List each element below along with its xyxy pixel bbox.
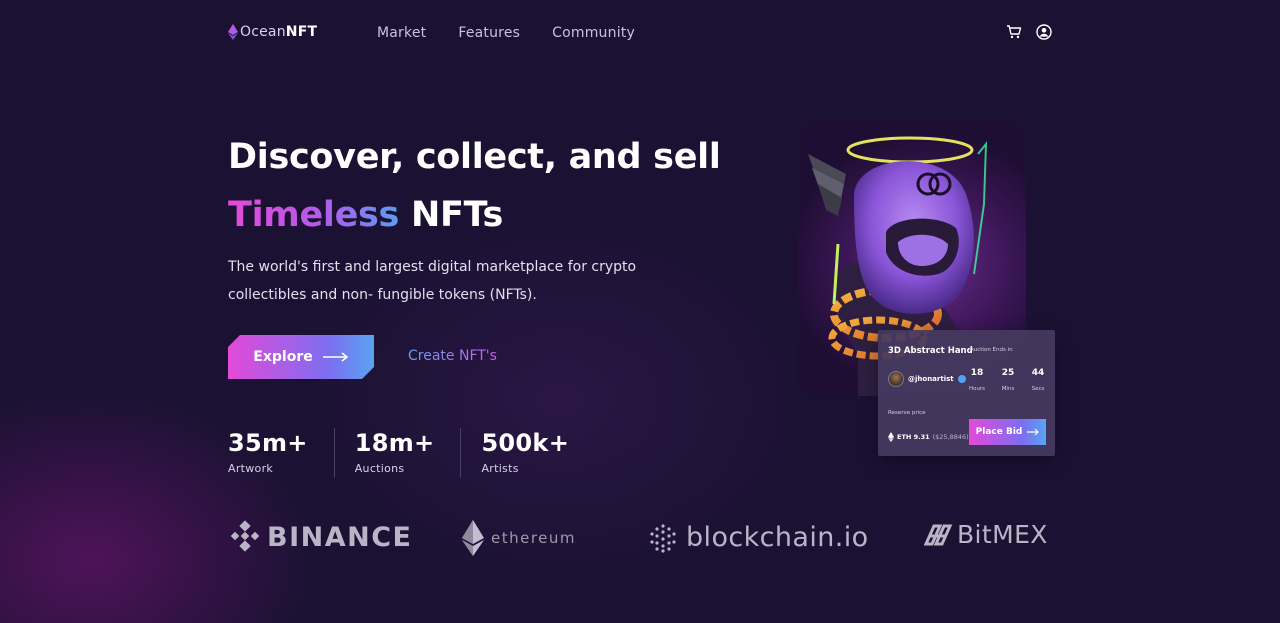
reserve-price-label: Reserve price: [888, 410, 926, 416]
avatar: [888, 371, 904, 387]
ethereum-wordmark: ethereum: [491, 529, 577, 547]
brand-name-part1: Ocean: [240, 24, 286, 40]
price-usd: ($25,8846): [932, 433, 969, 441]
ethereum-mark-icon: [462, 520, 484, 556]
nav-item-community[interactable]: Community: [552, 25, 635, 41]
stat-artwork: 35m+ Artwork: [228, 428, 335, 478]
hero-title: Discover, collect, and sell Timeless NFT…: [228, 128, 721, 244]
create-nft-link[interactable]: Create NFT's: [408, 348, 497, 364]
countdown-hours: 18 Hours: [966, 368, 988, 392]
countdown-unit: Secs: [1031, 386, 1045, 392]
stats-row: 35m+ Artwork 18m+ Auctions 500k+ Artists: [228, 428, 615, 478]
hero-title-rest: NFTs: [399, 195, 504, 235]
brand-name-part2: NFT: [285, 24, 318, 40]
main-menu: Market Features Community: [377, 25, 635, 41]
nav-item-features[interactable]: Features: [458, 25, 520, 41]
countdown-secs: 44 Secs: [1027, 368, 1049, 392]
countdown-value: 44: [1031, 368, 1045, 378]
explore-button[interactable]: Explore: [228, 335, 374, 379]
artist-handle: @jhonartist: [908, 375, 954, 383]
arrow-right-icon: [323, 352, 349, 362]
countdown-unit: Hours: [968, 386, 986, 392]
hero-title-line1: Discover, collect, and sell: [228, 137, 721, 177]
binance-logo: BINANCE: [228, 520, 412, 554]
brand-logo[interactable]: Ocean NFT: [228, 24, 317, 40]
bitmex-logo: BitMEX: [924, 520, 1048, 549]
blockchain-logo: blockchain.io: [648, 522, 869, 553]
binance-mark-icon: [230, 520, 260, 552]
countdown-unit: Mins: [1001, 386, 1015, 392]
explore-button-label: Explore: [253, 349, 313, 365]
partner-logos: BINANCE ethereum blockchain.io BitMEX: [228, 518, 1052, 558]
stat-value: 35m+: [228, 429, 308, 457]
auction-ends-label: Auction Ends in: [970, 347, 1013, 353]
blockchain-mark-icon: [650, 523, 676, 553]
reserve-price: ETH 9.31 ($25,8846): [888, 432, 969, 442]
countdown-mins: 25 Mins: [997, 368, 1019, 392]
stat-label: Auctions: [354, 462, 405, 475]
hero-subtitle: The world's first and largest digital ma…: [228, 259, 637, 303]
place-bid-button[interactable]: Place Bid: [969, 419, 1046, 445]
artist-row[interactable]: @jhonartist: [888, 371, 966, 387]
countdown-value: 25: [1001, 368, 1015, 378]
nav-actions: [1006, 24, 1052, 40]
auction-title: 3D Abstract Hand: [888, 346, 973, 356]
ethereum-gem-icon: [228, 24, 238, 40]
blockchain-wordmark: blockchain.io: [686, 522, 869, 553]
hero-title-highlight: Timeless: [228, 195, 400, 235]
top-nav: Ocean NFT Market Features Community: [228, 22, 1052, 46]
user-icon[interactable]: [1036, 24, 1052, 40]
stat-label: Artwork: [228, 462, 274, 475]
stat-artists: 500k+ Artists: [481, 428, 595, 478]
place-bid-label: Place Bid: [975, 427, 1023, 437]
bitmex-mark-icon: [924, 524, 953, 545]
price-eth: ETH 9.31: [897, 433, 930, 441]
auction-card: 3D Abstract Hand Auction Ends in @jhonar…: [878, 330, 1055, 456]
stat-label: Artists: [481, 462, 519, 475]
ethereum-icon: [888, 432, 894, 442]
bitmex-wordmark: BitMEX: [957, 520, 1048, 549]
binance-wordmark: BINANCE: [267, 521, 413, 553]
stat-value: 500k+: [481, 429, 570, 457]
cart-icon[interactable]: [1006, 24, 1022, 40]
stat-value: 18m+: [354, 429, 435, 457]
stat-auctions: 18m+ Auctions: [355, 428, 462, 478]
arrow-right-icon: [1027, 428, 1040, 436]
verified-badge-icon: [957, 375, 966, 383]
countdown-value: 18: [970, 368, 984, 378]
nav-item-market[interactable]: Market: [377, 25, 426, 41]
ethereum-logo: ethereum: [462, 520, 576, 556]
